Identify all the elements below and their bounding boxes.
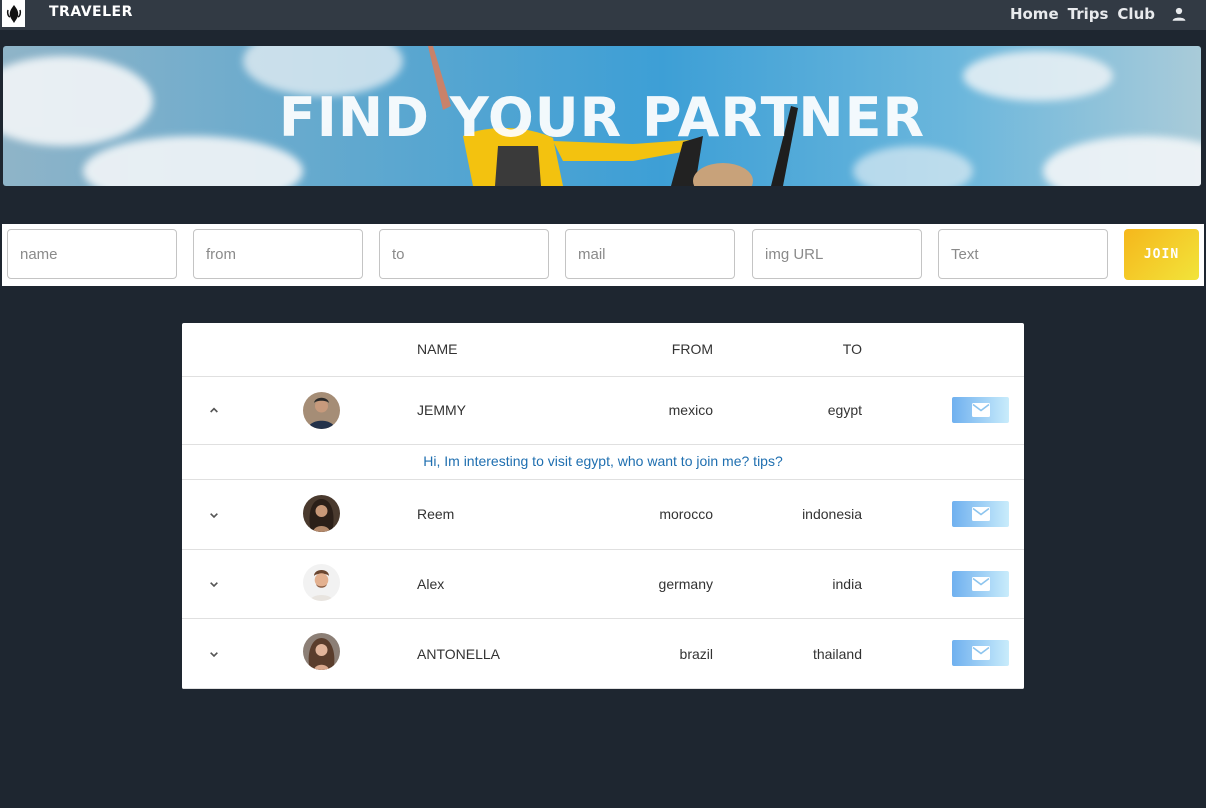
from-field[interactable] bbox=[193, 229, 363, 279]
mail-button[interactable] bbox=[952, 397, 1009, 423]
row-from: germany bbox=[658, 576, 713, 592]
table-row: JEMMY mexico egypt bbox=[182, 377, 1024, 445]
row-name: Reem bbox=[417, 506, 455, 522]
text-field[interactable] bbox=[938, 229, 1108, 279]
row-from: morocco bbox=[659, 506, 713, 522]
row-name: Alex bbox=[417, 576, 445, 592]
row-from: brazil bbox=[679, 646, 713, 662]
join-button[interactable]: JOIN bbox=[1124, 229, 1199, 280]
mail-icon bbox=[971, 646, 990, 660]
row-detail-message: Hi, Im interesting to visit egypt, who w… bbox=[182, 444, 1024, 480]
column-header-to: TO bbox=[842, 341, 862, 357]
avatar bbox=[303, 564, 340, 601]
column-header-name: NAME bbox=[417, 341, 458, 357]
table-header: NAME FROM TO bbox=[182, 323, 1024, 377]
name-field[interactable] bbox=[7, 229, 177, 279]
avatar bbox=[303, 633, 340, 670]
row-to: indonesia bbox=[802, 506, 862, 522]
mail-button[interactable] bbox=[952, 501, 1009, 527]
table-row: Alex germany india bbox=[182, 550, 1024, 619]
mail-icon bbox=[971, 403, 990, 417]
traveler-logo-icon[interactable] bbox=[2, 0, 25, 27]
chevron-up-icon[interactable] bbox=[206, 402, 222, 418]
hero-banner: FIND YOUR PARTNER bbox=[3, 46, 1201, 186]
row-name: JEMMY bbox=[417, 402, 466, 418]
chevron-down-icon[interactable] bbox=[206, 646, 222, 662]
brand-title[interactable]: TRAVELER bbox=[49, 4, 133, 20]
mail-button[interactable] bbox=[952, 640, 1009, 666]
account-icon[interactable] bbox=[1170, 5, 1188, 23]
column-header-from: FROM bbox=[671, 341, 713, 357]
row-to: thailand bbox=[812, 646, 862, 662]
row-to: egypt bbox=[827, 402, 862, 418]
chevron-down-icon[interactable] bbox=[206, 576, 222, 592]
nav-trips-link[interactable]: Trips bbox=[1068, 5, 1109, 23]
to-field[interactable] bbox=[379, 229, 549, 279]
nav-club-link[interactable]: Club bbox=[1117, 5, 1155, 23]
avatar bbox=[303, 495, 340, 532]
chevron-down-icon[interactable] bbox=[206, 507, 222, 523]
partner-form: JOIN bbox=[2, 224, 1204, 286]
row-name: ANTONELLA bbox=[417, 646, 500, 662]
partners-table: NAME FROM TO JEMMY mexico egypt Hi, Im i… bbox=[182, 323, 1024, 689]
row-to: india bbox=[832, 576, 862, 592]
table-row: ANTONELLA brazil thailand bbox=[182, 619, 1024, 689]
hero-title: FIND YOUR PARTNER bbox=[278, 86, 926, 149]
mail-field[interactable] bbox=[565, 229, 735, 279]
top-nav-bar: TRAVELER Home Trips Club bbox=[0, 0, 1206, 30]
img-url-field[interactable] bbox=[752, 229, 922, 279]
row-from: mexico bbox=[668, 402, 713, 418]
mail-button[interactable] bbox=[952, 571, 1009, 597]
mail-icon bbox=[971, 507, 990, 521]
mail-icon bbox=[971, 577, 990, 591]
main-nav: Home Trips Club bbox=[1010, 5, 1188, 23]
avatar bbox=[303, 392, 340, 429]
table-row: Reem morocco indonesia bbox=[182, 480, 1024, 550]
nav-home-link[interactable]: Home bbox=[1010, 5, 1059, 23]
